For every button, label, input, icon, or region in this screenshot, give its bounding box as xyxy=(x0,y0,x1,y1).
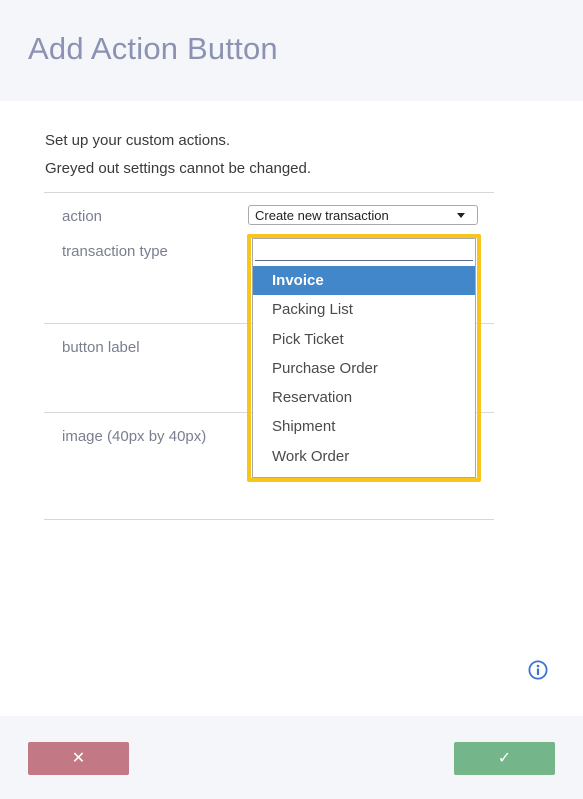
dropdown-option-pick-ticket[interactable]: Pick Ticket xyxy=(253,325,475,354)
dropdown-option-purchase-order[interactable]: Purchase Order xyxy=(253,354,475,383)
dialog-header: Add Action Button xyxy=(0,0,583,101)
transaction-type-label: transaction type xyxy=(62,243,168,260)
dropdown-option-packing-list[interactable]: Packing List xyxy=(253,295,475,324)
action-select[interactable]: Create new transaction xyxy=(248,205,478,225)
action-select-value: Create new transaction xyxy=(255,208,389,223)
intro-text-line1: Set up your custom actions. xyxy=(45,132,231,149)
button-label-label: button label xyxy=(62,339,140,356)
dropdown-option-reservation[interactable]: Reservation xyxy=(253,383,475,412)
check-icon: ✓ xyxy=(497,750,512,767)
image-label: image (40px by 40px) xyxy=(62,428,207,445)
dropdown-option-shipment[interactable]: Shipment xyxy=(253,412,475,441)
chevron-down-icon xyxy=(457,213,465,218)
confirm-button[interactable]: ✓ xyxy=(454,742,555,775)
transaction-type-dropdown: Invoice Packing List Pick Ticket Purchas… xyxy=(252,238,476,478)
divider xyxy=(44,519,494,520)
intro-text-line2: Greyed out settings cannot be changed. xyxy=(45,160,312,177)
dropdown-options-list: Invoice Packing List Pick Ticket Purchas… xyxy=(253,266,475,471)
action-label: action xyxy=(62,208,103,225)
divider xyxy=(44,192,494,193)
dialog-footer: ✕ ✓ xyxy=(0,716,583,799)
cancel-button[interactable]: ✕ xyxy=(28,742,129,775)
dropdown-option-invoice[interactable]: Invoice xyxy=(253,266,475,296)
dropdown-search-input[interactable] xyxy=(255,241,473,261)
close-icon: ✕ xyxy=(71,750,86,767)
dropdown-option-work-order[interactable]: Work Order xyxy=(253,442,475,471)
info-icon[interactable] xyxy=(528,660,548,680)
dialog-title: Add Action Button xyxy=(28,31,278,66)
